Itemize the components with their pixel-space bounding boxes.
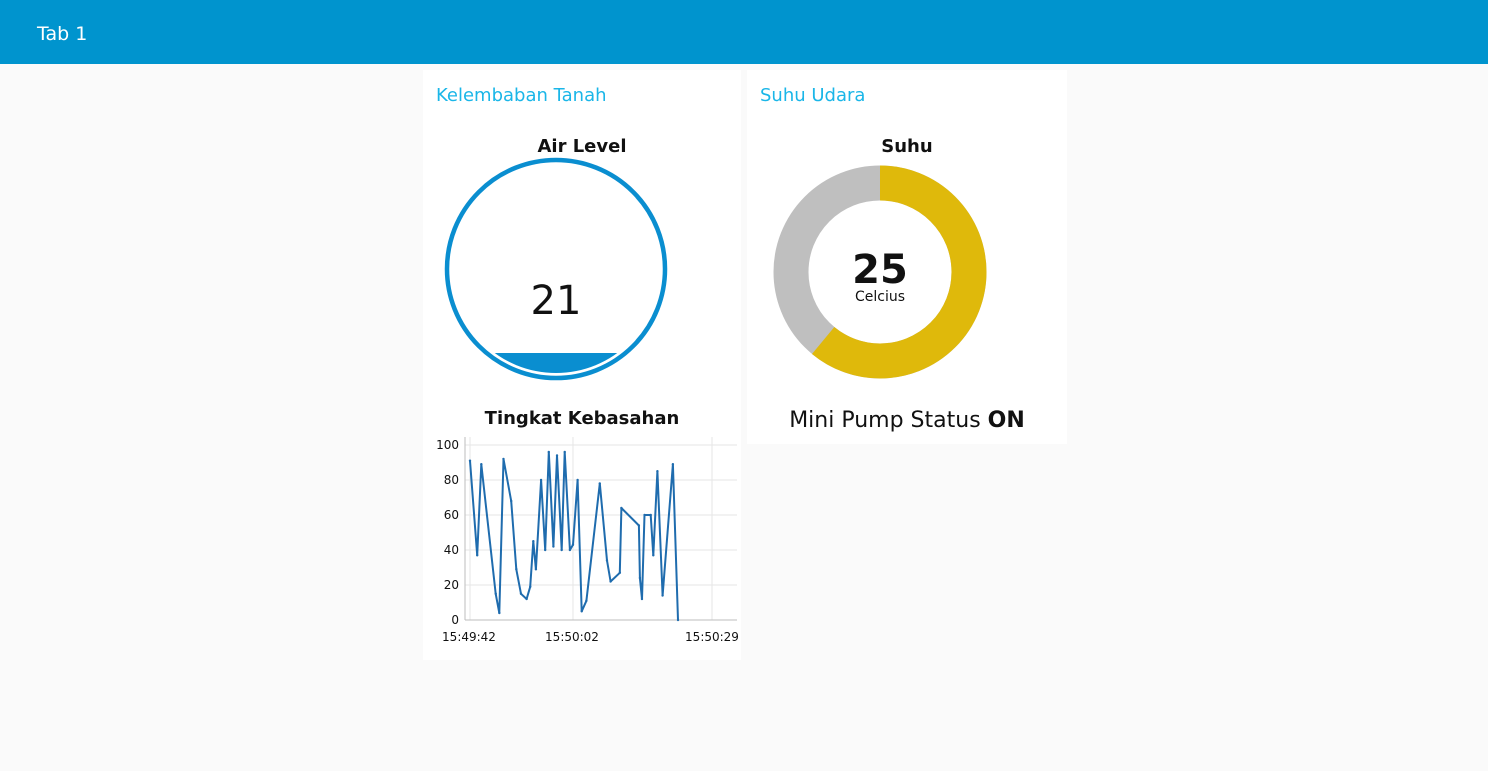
chart-data-point — [661, 594, 664, 597]
chart-data-point — [652, 554, 655, 557]
y-tick-label: 60 — [444, 508, 459, 522]
chart-data-point — [529, 585, 532, 588]
chart-data-point — [534, 568, 538, 571]
air-level-fill — [452, 353, 660, 373]
chart-data-point — [605, 559, 609, 562]
chart-data-point — [571, 543, 575, 546]
top-bar: Tab 1 — [0, 0, 1488, 64]
chart-data-point — [525, 597, 528, 601]
y-tick-label: 100 — [436, 438, 459, 452]
chart-data-point — [656, 470, 659, 473]
air-level-value: 21 — [531, 278, 582, 324]
air-level-ring — [444, 157, 668, 381]
suhu-donut-gauge: 25 Celcius — [773, 165, 987, 379]
group-suhu-udara: Suhu Udara Suhu 25 Celcius Mini Pump Sta… — [747, 70, 1067, 444]
tab-title: Tab 1 — [37, 23, 88, 45]
tingkat-kebasahan-chart: 100 80 60 40 20 0 15:49:42 15:50:02 15:5… — [436, 437, 739, 644]
chart-data-point — [620, 506, 623, 510]
y-tick-label: 0 — [451, 613, 459, 627]
chart-data-point — [494, 592, 497, 595]
chart-data-point — [637, 524, 641, 527]
chart-data-point — [509, 499, 513, 503]
air-level-gauge: 21 — [444, 157, 668, 381]
group-kelembaban-tanah: Kelembaban Tanah Air Level 21 Tingkat Ke… — [423, 70, 741, 660]
chart-data-point — [598, 482, 601, 485]
chart-x-ticks: 15:49:42 15:50:02 15:50:29 — [442, 630, 739, 644]
chart-data-point — [676, 618, 680, 622]
chart-data-point — [502, 457, 505, 461]
chart-data-point — [618, 571, 622, 574]
chart-data-point — [498, 611, 501, 615]
chart-data-point — [480, 463, 483, 466]
chart-data-point — [543, 548, 547, 552]
pump-status-label: Mini Pump Status — [789, 408, 981, 433]
chart-data-point — [568, 548, 572, 552]
chart-data-point — [515, 568, 518, 571]
chart-data-point — [468, 459, 472, 462]
chart-data-point — [649, 513, 652, 517]
y-tick-label: 80 — [444, 473, 459, 487]
chart-y-ticks: 100 80 60 40 20 0 — [436, 438, 459, 627]
x-tick-label: 15:50:29 — [685, 630, 739, 644]
suhu-unit: Celcius — [855, 289, 905, 305]
y-tick-label: 20 — [444, 578, 459, 592]
x-tick-label: 15:49:42 — [442, 630, 496, 644]
chart-axes — [464, 437, 737, 621]
chart-data-point — [609, 580, 612, 583]
pump-status-value: ON — [987, 408, 1025, 433]
chart-data-point — [640, 597, 644, 601]
chart-data-point — [580, 610, 583, 613]
y-tick-label: 40 — [444, 543, 459, 557]
mini-pump-status: Mini Pump Status ON — [747, 406, 1067, 436]
chart-data-point — [671, 463, 675, 466]
suhu-value: 25 — [852, 247, 908, 293]
chart-data-point — [476, 554, 479, 557]
chart-label: Tingkat Kebasahan — [484, 408, 680, 429]
chart-data-point — [532, 540, 535, 543]
chart-data-point — [643, 513, 646, 517]
chart-data-point — [576, 478, 579, 482]
chart-data-point — [519, 592, 523, 595]
chart-grid — [465, 437, 737, 621]
chart-data-point — [539, 478, 543, 482]
chart-data-point — [638, 576, 642, 580]
chart-series-line — [469, 451, 679, 621]
chart-data-point — [547, 450, 550, 454]
chart-data-point — [563, 450, 566, 454]
chart-data-point — [555, 454, 559, 457]
x-tick-label: 15:50:02 — [545, 630, 599, 644]
chart-data-point — [552, 545, 555, 548]
chart-data-point — [585, 599, 588, 602]
chart-data-point — [560, 548, 563, 552]
